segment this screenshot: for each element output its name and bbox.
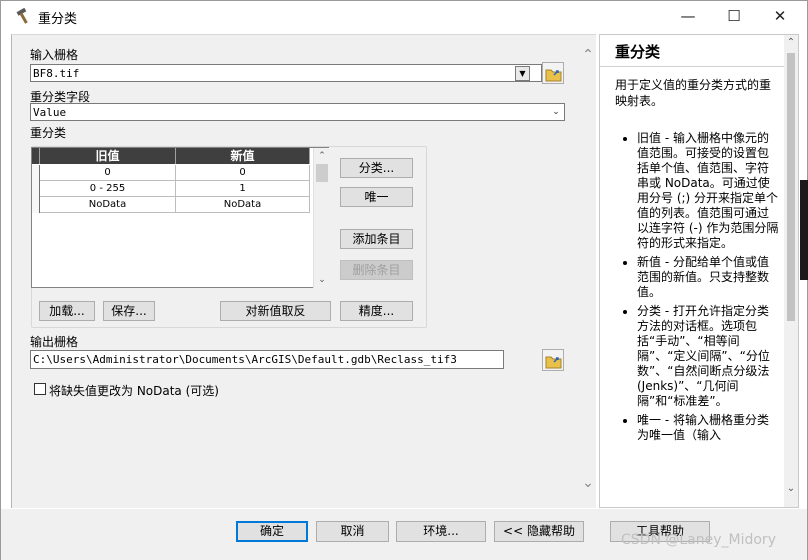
old-value-cell[interactable]: NoData (40, 197, 176, 213)
output-raster-input[interactable]: C:\Users\Administrator\Documents\ArcGIS\… (30, 350, 504, 369)
help-item-unique: 唯一 - 将输入栅格重分类为唯一值（输入 (637, 413, 780, 443)
output-raster-label: 输出栅格 (30, 335, 79, 349)
reclassify-dialog: 重分类 — ☐ ✕ 输入栅格 BF8.tif ▼ 重分类字段 Value ⌄ 重… (0, 0, 808, 560)
chevron-up-icon[interactable]: ⌃ (580, 47, 596, 63)
unique-button[interactable]: 唯一 (340, 187, 413, 207)
chevron-down-icon[interactable]: ⌄ (580, 475, 596, 491)
old-value-cell[interactable]: 0 (40, 165, 176, 181)
row-selector[interactable] (32, 197, 40, 213)
chevron-down-icon[interactable]: ⌄ (549, 105, 563, 119)
scrollbar-thumb[interactable] (316, 164, 328, 182)
help-intro: 用于定义值的重分类方式的重映射表。 (615, 78, 772, 108)
header-corner (32, 148, 40, 164)
help-list: 旧值 - 输入栅格中像元的值范围。可接受的设置包括单个值、值范围、字符串或 No… (637, 131, 780, 447)
old-value-cell[interactable]: 0 - 255 (40, 181, 176, 197)
delete-entry-button[interactable]: 删除条目 (340, 260, 413, 280)
hammer-icon (16, 8, 28, 24)
environment-button[interactable]: 环境... (396, 521, 486, 542)
help-scrollbar[interactable]: ⌃ ⌄ (784, 35, 798, 507)
panel-scrollbar[interactable]: ⌃ ⌄ (580, 35, 596, 509)
reclass-label: 重分类 (30, 126, 67, 140)
watermark: CSDN @Laney_Midory (621, 532, 776, 548)
new-value-cell[interactable]: NoData (176, 197, 310, 213)
help-item-new-value: 新值 - 分配给单个值或值范围的新值。只支持整数值。 (637, 255, 780, 300)
help-item-old-value: 旧值 - 输入栅格中像元的值范围。可接受的设置包括单个值、值范围、字符串或 No… (637, 131, 780, 251)
help-title: 重分类 (615, 43, 661, 61)
ok-button[interactable]: 确定 (236, 521, 308, 542)
output-raster-browse-button[interactable] (542, 349, 564, 371)
maximize-button[interactable]: ☐ (711, 1, 757, 31)
chevron-up-icon[interactable]: ⌃ (314, 149, 330, 163)
cancel-button[interactable]: 取消 (316, 521, 389, 542)
chevron-up-icon[interactable]: ⌃ (784, 37, 798, 48)
title-bar: 重分类 — ☐ ✕ (1, 1, 807, 31)
chevron-down-icon[interactable]: ⌄ (314, 273, 330, 287)
background-window-edge (800, 180, 808, 280)
minimize-button[interactable]: — (665, 1, 711, 31)
precision-button[interactable]: 精度... (340, 301, 413, 321)
remap-table[interactable]: 旧值 新值 0 0 0 - 255 1 NoData NoData ⌃ ⌄ (31, 147, 329, 288)
table-row[interactable]: NoData NoData (32, 197, 310, 213)
window-title: 重分类 (38, 12, 78, 27)
reverse-new-values-button[interactable]: 对新值取反 (220, 301, 331, 321)
chevron-down-icon[interactable]: ▼ (515, 66, 530, 81)
new-value-cell[interactable]: 0 (176, 165, 310, 181)
column-header-old[interactable]: 旧值 (40, 148, 176, 164)
row-selector[interactable] (32, 165, 40, 181)
input-raster-label: 输入栅格 (30, 48, 79, 62)
save-button[interactable]: 保存... (103, 301, 155, 321)
chevron-down-icon[interactable]: ⌄ (784, 483, 798, 494)
help-divider (600, 66, 786, 67)
close-button[interactable]: ✕ (757, 1, 803, 31)
input-raster-browse-button[interactable] (542, 62, 564, 84)
nodata-checkbox[interactable] (34, 383, 46, 395)
row-selector[interactable] (32, 181, 40, 197)
classify-button[interactable]: 分类... (340, 158, 413, 178)
nodata-checkbox-label[interactable]: 将缺失值更改为 NoData (可选) (49, 382, 219, 399)
table-row[interactable]: 0 0 (32, 165, 310, 181)
help-item-classify: 分类 - 打开允许指定分类方法的对话框。选项包括“手动”、“相等间隔”、“定义间… (637, 304, 780, 409)
folder-icon (545, 356, 562, 369)
table-header: 旧值 新值 (32, 148, 310, 164)
column-header-new[interactable]: 新值 (176, 148, 310, 164)
table-row[interactable]: 0 - 255 1 (32, 181, 310, 197)
load-button[interactable]: 加载... (39, 301, 95, 321)
add-entry-button[interactable]: 添加条目 (340, 229, 413, 249)
table-scrollbar[interactable]: ⌃ ⌄ (313, 148, 329, 288)
parameters-panel: 输入栅格 BF8.tif ▼ 重分类字段 Value ⌄ 重分类 旧值 新值 0… (11, 34, 596, 508)
hide-help-button[interactable]: << 隐藏帮助 (494, 521, 584, 542)
help-panel: 重分类 用于定义值的重分类方式的重映射表。 旧值 - 输入栅格中像元的值范围。可… (599, 34, 799, 508)
folder-icon (545, 69, 562, 82)
input-raster-combo[interactable]: BF8.tif (30, 64, 542, 82)
help-scrollbar-thumb[interactable] (787, 53, 795, 321)
reclass-field-select[interactable]: Value (30, 103, 565, 121)
new-value-cell[interactable]: 1 (176, 181, 310, 197)
